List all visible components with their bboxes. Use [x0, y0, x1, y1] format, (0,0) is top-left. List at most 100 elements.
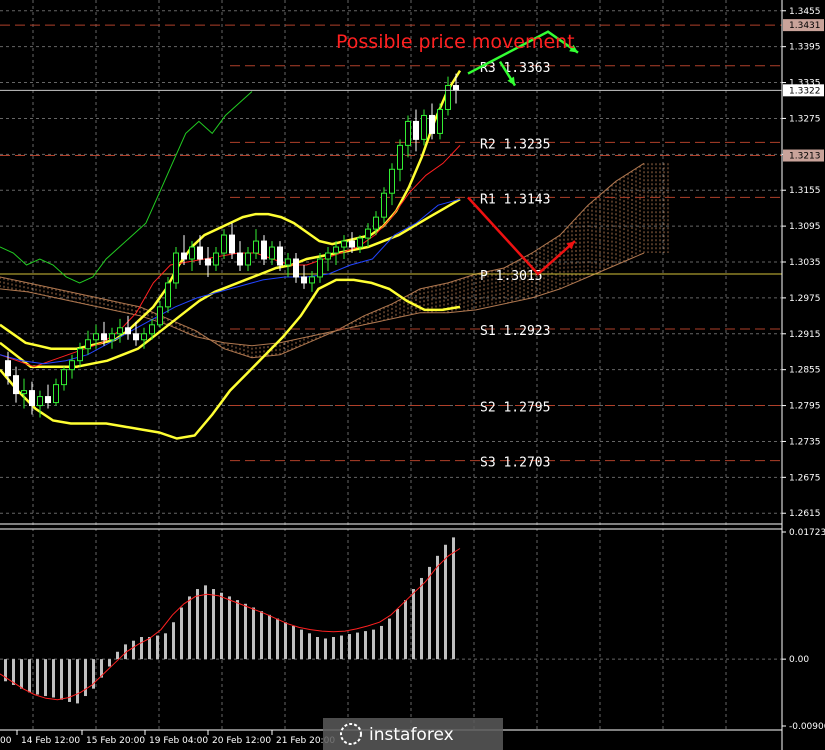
macd-histogram-bar	[44, 659, 47, 697]
candle-body	[413, 120, 419, 140]
candle-body	[101, 333, 107, 341]
macd-histogram-bar	[316, 637, 319, 660]
time-label: 20 Feb 12:00	[212, 736, 271, 746]
macd-histogram-bar	[436, 555, 439, 660]
macd-histogram-bar	[60, 659, 63, 700]
candle-body	[165, 282, 171, 308]
macd-histogram-bar	[340, 635, 343, 660]
macd-histogram-bar	[452, 537, 455, 660]
candle-body	[341, 240, 347, 248]
macd-histogram-bar	[252, 607, 255, 660]
price-tick-label: 1.2795	[789, 402, 821, 412]
macd-tick-label: 0.01723	[789, 528, 825, 538]
candle-body	[181, 252, 187, 260]
price-tick-label: 1.2615	[789, 509, 821, 519]
macd-histogram-bar	[20, 659, 23, 689]
macd-histogram-bar	[404, 600, 407, 660]
pivot-label-r2: R2 1.3235	[480, 137, 550, 152]
candle-body	[69, 360, 75, 371]
candle-body	[213, 252, 219, 266]
macd-histogram-bar	[324, 638, 327, 660]
macd-histogram-bar	[308, 633, 311, 660]
price-tick-label: 1.3155	[789, 186, 821, 196]
macd-histogram-bar	[348, 634, 351, 660]
candle-body	[269, 246, 275, 260]
macd-histogram-bar	[236, 600, 239, 660]
forex-chart: R3 1.3363R2 1.3235R1 1.3143P 1.3015S1 1.…	[0, 0, 825, 750]
macd-histogram-bar	[228, 596, 231, 660]
candle-body	[37, 396, 43, 407]
candle-body	[229, 234, 235, 254]
macd-tick-label: 0.00	[789, 655, 809, 665]
price-tick-label: 1.3275	[789, 114, 821, 124]
pivot-label-s1: S1 1.2923	[480, 324, 550, 339]
candle-body	[301, 276, 307, 284]
macd-histogram-bar	[108, 659, 111, 667]
candle-body	[173, 252, 179, 284]
level-badge-label: 1.3431	[789, 21, 821, 31]
macd-histogram-bar	[76, 659, 79, 704]
macd-histogram-bar	[204, 585, 207, 660]
time-label: 14 Feb 12:00	[21, 736, 80, 746]
chart-title: Possible price movement	[336, 31, 575, 53]
candle-body	[117, 327, 123, 335]
candle-body	[77, 348, 83, 362]
candle-body	[421, 114, 427, 140]
candle-body	[189, 246, 195, 260]
candle-body	[157, 306, 163, 326]
time-label-partial: 00	[0, 736, 12, 746]
candle-body	[45, 396, 51, 404]
candle-body	[373, 216, 379, 230]
candle-body	[21, 390, 27, 395]
macd-histogram-bar	[276, 618, 279, 660]
candle-body	[389, 168, 395, 194]
candle-body	[53, 384, 59, 404]
price-tick-label: 1.3095	[789, 222, 821, 232]
macd-histogram-bar	[284, 622, 287, 660]
macd-histogram-bar	[332, 637, 335, 660]
candle-body	[293, 258, 299, 278]
level-badge-label: 1.3213	[789, 152, 821, 162]
macd-histogram-bar	[12, 659, 15, 685]
watermark-text: instaforex	[369, 725, 454, 745]
candle-body	[5, 360, 11, 377]
candle-body	[381, 192, 387, 218]
macd-tick-label: -0.00906	[789, 722, 825, 732]
candle-body	[13, 375, 19, 395]
watermark: instaforex	[323, 718, 503, 750]
candle-body	[141, 333, 147, 341]
candle-body	[221, 234, 227, 254]
price-tick-label: 1.2975	[789, 294, 821, 304]
macd-histogram-bar	[300, 629, 303, 660]
candle-body	[61, 369, 67, 386]
candle-body	[93, 333, 99, 341]
macd-histogram-bar	[172, 622, 175, 660]
price-tick-label: 1.2735	[789, 437, 821, 447]
macd-histogram-bar	[412, 589, 415, 660]
macd-histogram-bar	[220, 592, 223, 660]
candle-body	[85, 339, 91, 350]
candle-body	[285, 258, 291, 266]
pivot-label-r1: R1 1.3143	[480, 192, 550, 207]
macd-histogram-bar	[420, 577, 423, 660]
macd-histogram-bar	[380, 625, 383, 660]
macd-histogram-bar	[132, 640, 135, 660]
candle-body	[453, 85, 459, 91]
macd-histogram-bar	[396, 608, 399, 660]
macd-histogram-bar	[364, 631, 367, 660]
price-tick-label: 1.2915	[789, 330, 821, 340]
price-tick-label: 1.2855	[789, 366, 821, 376]
macd-histogram-bar	[68, 659, 71, 702]
candle-body	[149, 324, 155, 335]
candle-body	[253, 240, 259, 254]
candle-body	[309, 276, 315, 284]
candle-body	[197, 246, 203, 260]
macd-histogram-bar	[52, 659, 55, 698]
macd-histogram-bar	[196, 589, 199, 660]
macd-histogram-bar	[356, 632, 359, 660]
macd-histogram-bar	[164, 633, 167, 660]
macd-histogram-bar	[156, 635, 159, 660]
candle-body	[437, 108, 443, 134]
macd-histogram-bar	[268, 614, 271, 660]
macd-histogram-bar	[260, 611, 263, 660]
